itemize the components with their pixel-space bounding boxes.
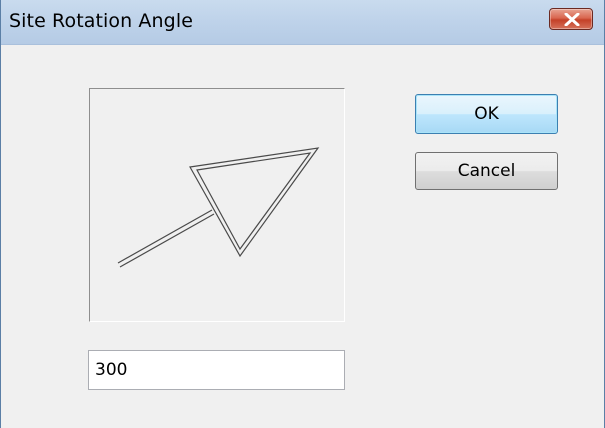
cancel-button[interactable]: Cancel [415, 152, 558, 190]
close-icon [564, 13, 580, 26]
rotation-arrow-icon [117, 147, 320, 268]
title-bar[interactable]: Site Rotation Angle [1, 0, 604, 45]
close-button[interactable] [549, 8, 593, 30]
window-title: Site Rotation Angle [9, 10, 193, 32]
ok-button[interactable]: OK [415, 94, 558, 134]
angle-input[interactable] [88, 350, 345, 390]
rotation-preview [89, 88, 345, 322]
dialog-window: Site Rotation Angle OK Cancel [0, 0, 605, 428]
